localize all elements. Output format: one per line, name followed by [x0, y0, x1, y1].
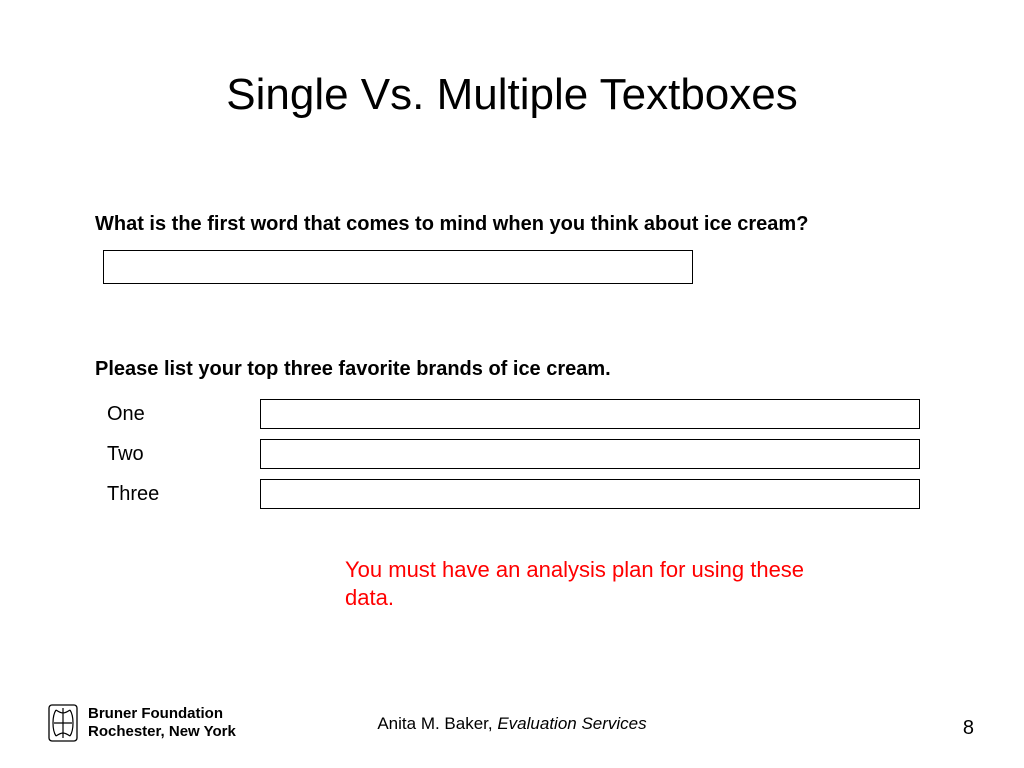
page-number: 8 — [963, 717, 974, 740]
author-name: Anita M. Baker, — [377, 714, 497, 733]
author-affiliation: Evaluation Services — [497, 714, 646, 733]
question-multiple-textbox: Please list your top three favorite bran… — [95, 358, 954, 519]
question-single-textbox: What is the first word that comes to min… — [95, 213, 954, 284]
question1-input[interactable] — [103, 250, 693, 284]
row-input-two[interactable] — [260, 439, 920, 469]
row-label-three: Three — [95, 483, 260, 506]
question2-row: Three — [95, 479, 954, 509]
question2-label: Please list your top three favorite bran… — [95, 358, 954, 381]
slide: Single Vs. Multiple Textboxes What is th… — [0, 0, 1024, 768]
row-input-one[interactable] — [260, 399, 920, 429]
row-input-three[interactable] — [260, 479, 920, 509]
row-label-two: Two — [95, 443, 260, 466]
warning-note: You must have an analysis plan for using… — [345, 556, 805, 611]
slide-title: Single Vs. Multiple Textboxes — [0, 70, 1024, 120]
footer: Bruner Foundation Rochester, New York An… — [0, 692, 1024, 742]
question2-row: One — [95, 399, 954, 429]
question2-row: Two — [95, 439, 954, 469]
row-label-one: One — [95, 403, 260, 426]
question2-rows: One Two Three — [95, 399, 954, 509]
footer-author: Anita M. Baker, Evaluation Services — [0, 714, 1024, 734]
question1-label: What is the first word that comes to min… — [95, 213, 954, 236]
